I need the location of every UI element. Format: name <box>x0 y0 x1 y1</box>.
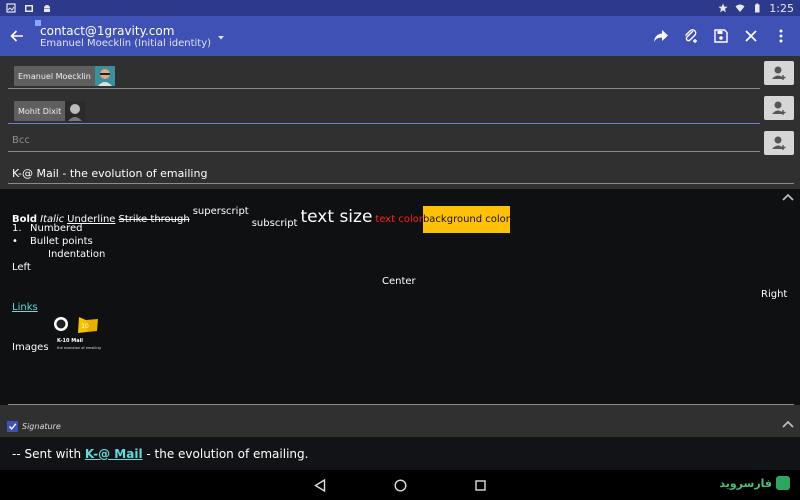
image-icon <box>25 5 33 12</box>
watermark: فارسروید <box>719 476 790 490</box>
avatar <box>94 66 115 86</box>
k9-mail-logo-image[interactable]: 10 K-10 Mail the evolution of emailing <box>52 316 110 354</box>
add-to-contact-button[interactable] <box>764 61 794 85</box>
subscript-sample: subscript <box>251 218 298 229</box>
navigation-bar <box>0 470 800 500</box>
android-icon <box>44 5 50 12</box>
watermark-logo-icon <box>776 476 790 490</box>
subject-field[interactable]: K-@ Mail - the evolution of emailing <box>12 167 207 180</box>
signature-label: Signature <box>22 422 61 431</box>
left-aligned-text: Left <box>12 262 31 273</box>
chevron-up-icon[interactable] <box>782 420 794 428</box>
recipient-chip-label: Mohit Dixit <box>18 106 62 116</box>
editor-divider <box>8 404 794 405</box>
image-caption-title: K-10 Mail <box>57 338 83 344</box>
signature-link[interactable]: K-@ Mail <box>85 447 143 461</box>
bcc-field[interactable]: Bcc <box>8 129 760 152</box>
recipient-chip-label: Emanuel Moecklin <box>18 71 91 81</box>
signature-bar <box>0 417 800 437</box>
save-draft-button[interactable] <box>706 16 736 56</box>
account-color-marker <box>35 20 41 26</box>
strikethrough-sample: Strike through <box>118 214 190 225</box>
add-contact-icon <box>772 101 786 115</box>
identity-selector[interactable]: contact@1gravity.com Emanuel Moecklin (I… <box>35 20 212 50</box>
save-icon <box>714 29 728 43</box>
wifi-icon <box>735 4 745 12</box>
nav-recents-button[interactable] <box>472 477 488 493</box>
recipient-chip[interactable]: Mohit Dixit <box>14 101 86 121</box>
battery-icon <box>755 3 760 13</box>
images-label: Images <box>12 342 49 353</box>
recipient-chip[interactable]: Emanuel Moecklin <box>14 66 115 86</box>
text-size-sample: text size <box>300 207 373 227</box>
identity-name: Emanuel Moecklin (Initial identity) <box>40 38 212 49</box>
indented-text: Indentation <box>48 249 106 260</box>
checkmark-icon <box>8 423 17 430</box>
superscript-sample: superscript <box>192 206 249 217</box>
send-button[interactable] <box>646 16 676 56</box>
gallery-icon <box>6 3 16 13</box>
add-contact-icon <box>772 66 786 80</box>
close-icon <box>745 30 757 42</box>
nav-home-button[interactable] <box>392 477 408 493</box>
center-aligned-text: Center <box>382 276 416 287</box>
signature-text[interactable]: -- Sent with K-@ Mail - the evolution of… <box>12 447 308 461</box>
status-bar: 1:25 <box>0 0 800 16</box>
svg-text:10: 10 <box>81 323 89 330</box>
bullet-item: Bullet points <box>30 236 93 247</box>
bcc-placeholder: Bcc <box>12 135 30 146</box>
status-time: 1:25 <box>769 1 794 15</box>
bullet-marker: • <box>12 236 18 247</box>
attach-button[interactable] <box>676 16 706 56</box>
square-recents-icon <box>474 479 486 491</box>
to-field[interactable]: Emanuel Moecklin <box>8 60 760 89</box>
watermark-text: فارسروید <box>719 476 772 490</box>
nav-back-button[interactable] <box>312 477 328 493</box>
cc-field[interactable]: Mohit Dixit <box>8 95 760 124</box>
triangle-back-icon <box>314 478 326 492</box>
overflow-icon <box>779 29 783 43</box>
avatar <box>65 101 86 121</box>
back-button[interactable] <box>0 16 34 56</box>
account-email: contact@1gravity.com <box>40 24 175 38</box>
arrow-back-icon <box>10 30 23 42</box>
attach-icon <box>685 29 697 43</box>
add-cc-contact-button[interactable] <box>764 96 794 120</box>
formatting-samples: Bold Italic Underline Strike through sup… <box>12 206 513 233</box>
right-aligned-text: Right <box>761 289 788 300</box>
subject-divider <box>8 183 794 184</box>
discard-button[interactable] <box>736 16 766 56</box>
signature-suffix: - the evolution of emailing. <box>142 447 309 461</box>
message-editor[interactable]: Bold Italic Underline Strike through sup… <box>0 189 800 405</box>
star-icon <box>718 3 728 13</box>
background-color-sample: background color <box>422 206 510 233</box>
signature-prefix: -- Sent with <box>12 447 85 461</box>
text-color-sample: text color <box>375 214 423 225</box>
dropdown-arrow-icon[interactable] <box>217 35 225 41</box>
app-bar: contact@1gravity.com Emanuel Moecklin (I… <box>0 16 800 56</box>
add-bcc-contact-button[interactable] <box>764 131 794 155</box>
overflow-menu-button[interactable] <box>766 16 796 56</box>
chevron-up-icon[interactable] <box>782 193 794 201</box>
image-caption-sub: the evolution of emailing <box>57 346 101 350</box>
link-sample[interactable]: Links <box>12 302 38 313</box>
numbered-item: Numbered <box>30 223 83 234</box>
add-contact-icon <box>772 136 786 150</box>
numbered-marker: 1. <box>12 223 22 234</box>
signature-checkbox[interactable] <box>7 421 18 432</box>
send-icon <box>654 30 668 42</box>
circle-home-icon <box>393 478 407 492</box>
